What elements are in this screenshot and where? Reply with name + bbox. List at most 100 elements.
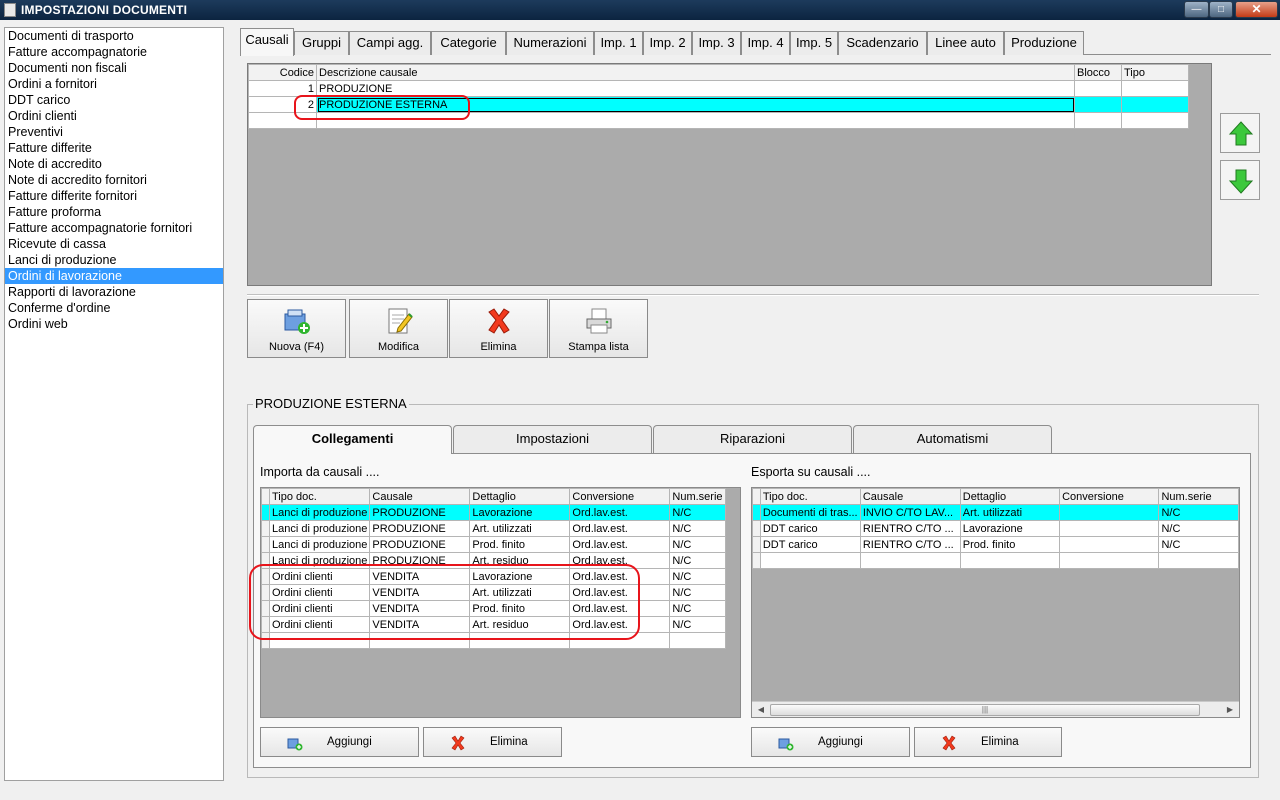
table-cell[interactable]	[959, 552, 1061, 569]
table-cell[interactable]: RIENTRO C/TO ...	[859, 536, 961, 553]
importa-aggiungi-button[interactable]: Aggiungi	[260, 727, 419, 757]
list-item[interactable]: Fatture accompagnatorie fornitori	[5, 220, 223, 236]
column-header[interactable]: Conversione	[1059, 488, 1160, 505]
table-row[interactable]: Lanci di produzione PRODUZIONE Lavorazione…	[261, 504, 727, 521]
table-cell[interactable]: INVIO C/TO LAV...	[859, 504, 961, 521]
table-cell[interactable]: N/C	[669, 520, 727, 537]
scroll-right-icon[interactable]: ▶	[1224, 704, 1236, 716]
tab-linee-auto[interactable]: Linee auto	[927, 31, 1004, 55]
cell-tipo[interactable]	[1121, 96, 1189, 113]
cell-blocco[interactable]	[1074, 80, 1122, 97]
list-item[interactable]: Lanci di produzione	[5, 252, 223, 268]
tab-imp-3[interactable]: Imp. 3	[692, 31, 741, 55]
table-cell[interactable]: Ord.lav.est.	[569, 504, 671, 521]
table-cell[interactable]: N/C	[669, 616, 727, 633]
modifica-button[interactable]: Modifica	[349, 299, 448, 358]
table-cell[interactable]	[1158, 552, 1239, 569]
maximize-button[interactable]: □	[1209, 1, 1233, 18]
close-button[interactable]: ✕	[1235, 1, 1278, 18]
column-header[interactable]: Causale	[859, 488, 961, 505]
table-cell[interactable]: DDT carico	[759, 536, 861, 553]
table-cell[interactable]: N/C	[669, 600, 727, 617]
table-cell[interactable]: Art. utilizzati	[469, 520, 571, 537]
table-cell[interactable]: PRODUZIONE	[369, 520, 471, 537]
tab-riparazioni[interactable]: Riparazioni	[653, 425, 852, 453]
tab-automatismi[interactable]: Automatismi	[853, 425, 1052, 453]
importa-elimina-button[interactable]: Elimina	[423, 727, 562, 757]
list-item[interactable]: Ordini web	[5, 316, 223, 332]
table-row[interactable]: Lanci di produzione PRODUZIONE Art. utiliz…	[261, 520, 727, 537]
table-cell[interactable]: N/C	[1158, 536, 1239, 553]
table-cell[interactable]	[669, 632, 727, 649]
table-cell[interactable]	[1059, 504, 1160, 521]
table-cell[interactable]	[1059, 552, 1160, 569]
table-cell[interactable]	[759, 552, 861, 569]
tab-imp-1[interactable]: Imp. 1	[594, 31, 643, 55]
list-item[interactable]: Rapporti di lavorazione	[5, 284, 223, 300]
table-row[interactable]: DDT carico RIENTRO C/TO ... Lavorazione N/C	[752, 520, 1239, 537]
table-cell[interactable]: N/C	[669, 552, 727, 569]
table-cell[interactable]: N/C	[669, 584, 727, 601]
table-cell[interactable]	[859, 552, 961, 569]
table-cell[interactable]	[1059, 520, 1160, 537]
tab-categorie[interactable]: Categorie	[431, 31, 506, 55]
table-cell[interactable]: Prod. finito	[959, 536, 1061, 553]
move-down-button[interactable]	[1220, 160, 1260, 200]
table-cell[interactable]: N/C	[1158, 520, 1239, 537]
table-row[interactable]: Lanci di produzione PRODUZIONE Prod. finit…	[261, 536, 727, 553]
nuova-button[interactable]: Nuova (F4)	[247, 299, 346, 358]
cell-tipo[interactable]	[1121, 80, 1189, 97]
tab-gruppi[interactable]: Gruppi	[294, 31, 349, 55]
table-cell[interactable]: Lanci di produzione	[268, 520, 371, 537]
table-cell[interactable]: RIENTRO C/TO ...	[859, 520, 961, 537]
table-cell[interactable]: DDT carico	[759, 520, 861, 537]
list-item[interactable]: Fatture accompagnatorie	[5, 44, 223, 60]
esporta-elimina-button[interactable]: Elimina	[914, 727, 1062, 757]
list-item[interactable]: Fatture proforma	[5, 204, 223, 220]
tab-impostazioni[interactable]: Impostazioni	[453, 425, 652, 453]
elimina-button[interactable]: Elimina	[449, 299, 548, 358]
list-item[interactable]: Documenti di trasporto	[5, 28, 223, 44]
table-cell[interactable]: Prod. finito	[469, 536, 571, 553]
column-header[interactable]: Causale	[369, 488, 471, 505]
list-item[interactable]: DDT carico	[5, 92, 223, 108]
tab-imp-5[interactable]: Imp. 5	[790, 31, 838, 55]
column-header[interactable]: Conversione	[569, 488, 671, 505]
table-row[interactable]: DDT carico RIENTRO C/TO ... Prod. finito N/…	[752, 536, 1239, 553]
list-item[interactable]: Fatture differite	[5, 140, 223, 156]
table-cell[interactable]: Documenti di tras...	[759, 504, 861, 521]
col-descrizione[interactable]: Descrizione causale	[316, 64, 1075, 81]
list-item[interactable]: Documenti non fiscali	[5, 60, 223, 76]
table-cell[interactable]: Art. utilizzati	[959, 504, 1061, 521]
stampa-lista-button[interactable]: Stampa lista	[549, 299, 648, 358]
document-type-list[interactable]: Documenti di trasporto Fatture accompagna…	[4, 27, 224, 781]
col-tipo[interactable]: Tipo	[1121, 64, 1189, 81]
list-item[interactable]: Fatture differite fornitori	[5, 188, 223, 204]
move-up-button[interactable]	[1220, 113, 1260, 153]
tab-causali[interactable]: Causali	[240, 28, 294, 56]
list-item[interactable]: Ordini di lavorazione	[5, 268, 223, 284]
table-cell[interactable]: PRODUZIONE	[369, 536, 471, 553]
minimize-button[interactable]: —	[1184, 1, 1209, 18]
tab-imp-4[interactable]: Imp. 4	[741, 31, 790, 55]
table-cell[interactable]: Ord.lav.est.	[569, 536, 671, 553]
table-cell[interactable]: PRODUZIONE	[369, 504, 471, 521]
list-item[interactable]: Preventivi	[5, 124, 223, 140]
column-header[interactable]: Num.serie	[669, 488, 727, 505]
esporta-grid[interactable]: Tipo doc. Causale Dettaglio Conversione Num.…	[752, 488, 1239, 569]
list-item[interactable]: Note di accredito	[5, 156, 223, 172]
tab-campi-agg[interactable]: Campi agg.	[349, 31, 431, 55]
table-cell[interactable]: N/C	[669, 504, 727, 521]
list-item[interactable]: Ordini clienti	[5, 108, 223, 124]
table-cell[interactable]: N/C	[669, 568, 727, 585]
tab-produzione[interactable]: Produzione	[1004, 31, 1084, 55]
table-cell[interactable]: Ord.lav.est.	[569, 520, 671, 537]
list-item[interactable]: Conferme d'ordine	[5, 300, 223, 316]
col-blocco[interactable]: Blocco	[1074, 64, 1122, 81]
tab-scadenzario[interactable]: Scadenzario	[838, 31, 927, 55]
list-item[interactable]: Note di accredito fornitori	[5, 172, 223, 188]
esporta-grid-area[interactable]: Tipo doc. Causale Dettaglio Conversione Num.…	[751, 487, 1240, 718]
table-cell[interactable]: N/C	[1158, 504, 1239, 521]
scroll-thumb[interactable]: |||	[770, 704, 1200, 716]
column-header[interactable]: Tipo doc.	[268, 488, 371, 505]
